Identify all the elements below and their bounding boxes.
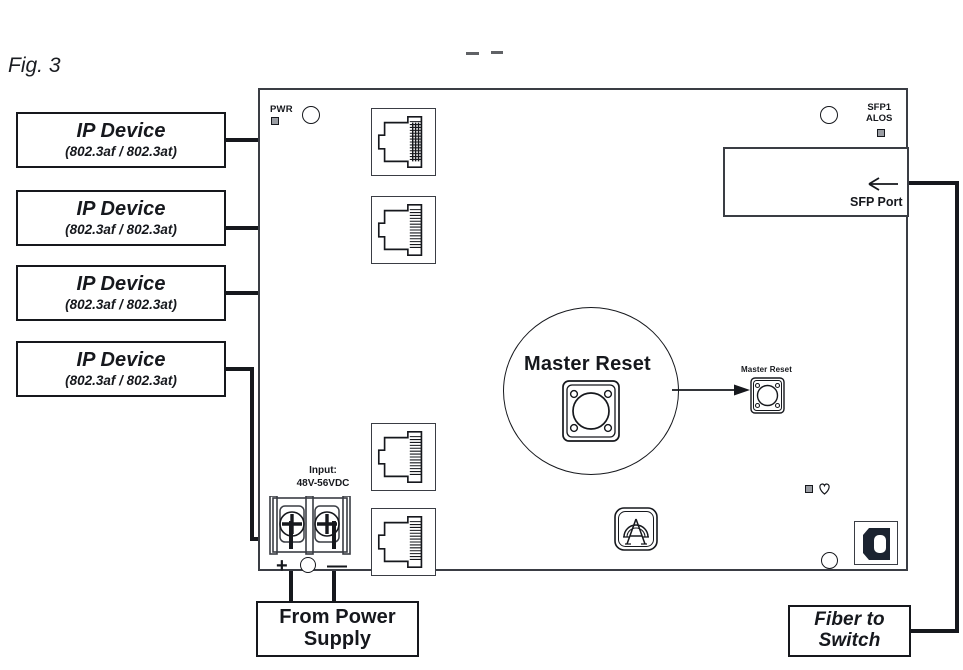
mounting-hole — [821, 552, 838, 569]
figure-canvas: Fig. 3 Fig. 3a PWR SFP1 ALOS SFP Port — [0, 0, 963, 670]
ip-device-standards: (802.3af / 802.3at) — [65, 221, 177, 237]
wire-fiber — [955, 181, 959, 633]
sfp-port-label: SFP Port — [850, 195, 903, 209]
rj45-port — [371, 196, 436, 264]
ip-device-box: IP Device (802.3af / 802.3at) — [16, 265, 226, 321]
fiber-switch-line2: Switch — [818, 630, 881, 651]
mounting-hole — [302, 106, 320, 124]
wire-ip-device-4 — [250, 367, 254, 541]
scan-artifact-mark — [466, 52, 479, 55]
power-supply-line1: From Power — [279, 606, 396, 629]
ip-device-standards: (802.3af / 802.3at) — [65, 372, 177, 388]
ip-device-title: IP Device — [76, 348, 166, 371]
scan-artifact-mark — [491, 51, 503, 54]
master-reset-callout-label: Master Reset — [524, 353, 651, 375]
master-reset-button[interactable] — [749, 376, 786, 415]
ip-device-box: IP Device (802.3af / 802.3at) — [16, 341, 226, 397]
power-led-label: PWR — [270, 104, 293, 115]
ip-device-box: IP Device (802.3af / 802.3at) — [16, 112, 226, 168]
mounting-hole — [300, 557, 316, 573]
manufacturer-logo-icon — [613, 506, 659, 552]
sfp-alos-led-label: SFP1 ALOS — [866, 102, 893, 125]
power-led-indicator — [271, 117, 279, 125]
ip-device-standards: (802.3af / 802.3at) — [65, 296, 177, 312]
callout-arrow-icon — [672, 384, 750, 396]
master-reset-component-label: Master Reset — [741, 365, 793, 374]
figure-label-main: Fig. 3 — [8, 54, 61, 77]
terminal-polarity-positive: + — [276, 555, 288, 577]
power-input-label-line2: 48V-56VDC — [296, 477, 350, 489]
ip-device-title: IP Device — [76, 197, 166, 220]
fiber-switch-line1: Fiber to — [814, 609, 885, 631]
rj45-port — [371, 508, 436, 576]
status-led-indicator — [805, 485, 813, 493]
power-supply-line2: Supply — [303, 628, 372, 650]
rj45-port — [371, 423, 436, 491]
sfp-alos-led-indicator — [877, 129, 885, 137]
wire-fiber — [909, 629, 959, 633]
power-supply-box: From Power Supply — [256, 601, 419, 657]
ip-device-title: IP Device — [76, 272, 166, 295]
ip-device-standards: (802.3af / 802.3at) — [65, 143, 177, 159]
power-terminal-block — [269, 496, 351, 558]
rj45-port — [371, 108, 436, 176]
wire-terminal-stub — [332, 521, 336, 549]
ip-device-box: IP Device (802.3af / 802.3at) — [16, 190, 226, 246]
sfp-port-arrow-icon — [868, 177, 898, 191]
sfp-alos-label-line2: ALOS — [866, 112, 893, 124]
wire-terminal-stub — [289, 521, 293, 549]
power-input-label: Input: 48V-56VDC — [288, 465, 358, 490]
heart-mark-icon — [819, 483, 830, 495]
usb-connector — [854, 521, 898, 565]
ip-device-title: IP Device — [76, 119, 166, 142]
terminal-polarity-negative: — — [327, 555, 347, 577]
power-input-label-line1: Input: — [309, 465, 337, 476]
mounting-hole — [820, 106, 838, 124]
fiber-switch-box: Fiber to Switch — [788, 605, 911, 657]
master-reset-button-magnified — [560, 378, 622, 444]
